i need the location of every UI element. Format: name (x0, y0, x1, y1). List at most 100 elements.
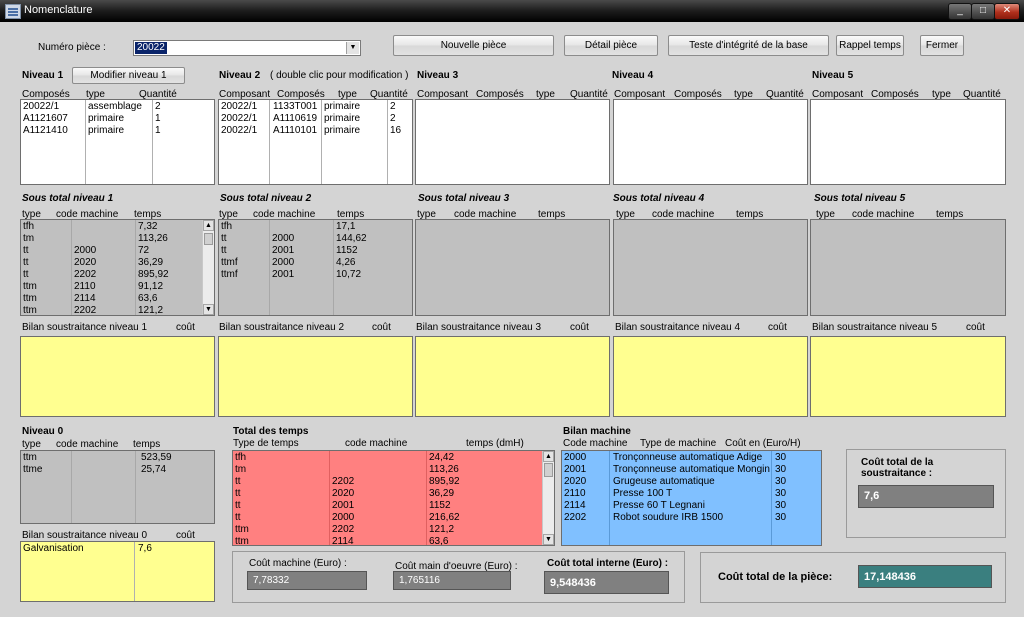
list-item[interactable]: 20022/1 A1110101 primaire 16 (219, 125, 412, 137)
sous-total-1-title: Sous total niveau 1 (22, 193, 114, 204)
list-item[interactable]: tt 2001 1152 (219, 245, 412, 257)
fermer-button[interactable]: Fermer (920, 35, 964, 56)
main-oeuvre-cost-value: 1,765116 (393, 571, 511, 590)
arrow-down-icon[interactable]: ▼ (543, 534, 554, 545)
title-bar[interactable]: Nomenclature _ □ ✕ (0, 0, 1024, 22)
list-item[interactable]: 2202 Robot soudure IRB 1500 30 (562, 512, 821, 524)
list-item[interactable]: 2020 Grugeuse automatique 30 (562, 476, 821, 488)
close-button[interactable]: ✕ (994, 3, 1020, 20)
maximize-button[interactable]: □ (971, 3, 995, 20)
list-item[interactable]: ttm 2114 63,6 (21, 293, 214, 305)
list-item[interactable]: A1121410 primaire 1 (21, 125, 214, 137)
soustraitance-cost-label-2: soustraitance : (861, 468, 933, 479)
niveau-5-title: Niveau 5 (812, 70, 854, 81)
niveau-3-title: Niveau 3 (417, 70, 459, 81)
bilan-machine-header-code: Code machine (563, 438, 628, 449)
arrow-up-icon[interactable]: ▲ (543, 451, 554, 462)
sous-total-5-list[interactable] (810, 219, 1006, 316)
bilan-machine-list[interactable]: 2000 Tronçonneuse automatique Adige 30 200… (561, 450, 822, 546)
sous-total-1-scrollbar[interactable]: ▲ ▼ (202, 220, 214, 315)
list-item[interactable]: ttm 2110 91,12 (21, 281, 214, 293)
list-item[interactable]: 2114 Presse 60 T Legnani 30 (562, 500, 821, 512)
chevron-down-icon[interactable]: ▼ (346, 42, 359, 54)
bilan-1-cost-header: coût (176, 322, 195, 333)
list-item[interactable]: Galvanisation 7,6 (21, 543, 214, 555)
bilan-5-list[interactable] (810, 336, 1006, 417)
sous-total-3-list[interactable] (415, 219, 610, 316)
total-temps-header-type: Type de temps (233, 438, 299, 449)
total-temps-scrollbar[interactable]: ▲ ▼ (542, 451, 554, 545)
piece-cost-value: 17,148436 (858, 565, 992, 588)
bilan-machine-header-cost: Coût en (Euro/H) (725, 438, 801, 449)
minimize-button[interactable]: _ (948, 3, 972, 20)
rappel-temps-button[interactable]: Rappel temps (836, 35, 904, 56)
list-item[interactable]: 20022/1 A1110619 primaire 2 (219, 113, 412, 125)
list-item[interactable]: ttm 2202 121,2 (21, 305, 214, 315)
machine-cost-label: Coût machine (Euro) : (249, 558, 347, 569)
list-item[interactable]: 2001 Tronçonneuse automatique Mongin 30 (562, 464, 821, 476)
list-item[interactable]: A1121607 primaire 1 (21, 113, 214, 125)
niveau-4-list[interactable] (613, 99, 808, 185)
scroll-thumb[interactable] (544, 463, 553, 477)
list-item[interactable]: ttm 2202 121,2 (233, 524, 554, 536)
bilan-1-list[interactable] (20, 336, 215, 417)
list-item[interactable]: tt 2000 144,62 (219, 233, 412, 245)
arrow-up-icon[interactable]: ▲ (203, 220, 214, 231)
total-temps-header-code: code machine (345, 438, 408, 449)
sous-total-5-title: Sous total niveau 5 (814, 193, 906, 204)
list-item[interactable]: tt 2000 72 (21, 245, 214, 257)
modifier-niveau-1-button[interactable]: Modifier niveau 1 (72, 67, 185, 84)
list-item[interactable]: 2110 Presse 100 T 30 (562, 488, 821, 500)
niveau-0-header-temps: temps (133, 439, 161, 450)
list-item[interactable]: tt 2020 36,29 (233, 488, 554, 500)
soustraitance-cost-panel: Coût total de la soustraitance : 7,6 (846, 449, 1006, 538)
list-item[interactable]: tm 113,26 (233, 464, 554, 476)
sous-total-2-list[interactable]: tfh 17,1 tt 2000 144,62 tt 2001 1152 ttmf 2000… (218, 219, 413, 316)
bilan-0-cost-header: coût (176, 530, 195, 541)
list-item[interactable]: tt 2020 36,29 (21, 257, 214, 269)
niveau-5-list[interactable] (810, 99, 1006, 185)
machine-cost-value: 7,78332 (247, 571, 367, 590)
niveau-3-list[interactable] (415, 99, 610, 185)
list-item[interactable]: ttmf 2000 4,26 (219, 257, 412, 269)
list-item[interactable]: 20022/1 assemblage 2 (21, 101, 214, 113)
list-item[interactable]: 20022/1 1133T001 primaire 2 (219, 101, 412, 113)
sous-total-1-list[interactable]: tfh 7,32 tm 113,26 tt 2000 72 tt 2020 36,29 tt… (20, 219, 215, 316)
list-item[interactable]: tfh 24,42 (233, 452, 554, 464)
niveau-1-list[interactable]: 20022/1 assemblage 2 A1121607 primaire 1 A11… (20, 99, 215, 185)
list-item[interactable]: ttm 523,59 (21, 452, 214, 464)
list-item[interactable]: ttm 2114 63,6 (233, 536, 554, 545)
list-item[interactable]: tm 113,26 (21, 233, 214, 245)
bilan-0-title: Bilan soustraitance niveau 0 (22, 530, 148, 541)
list-item[interactable]: tfh 17,1 (219, 221, 412, 233)
integrity-test-button[interactable]: Teste d'intégrité de la base (668, 35, 829, 56)
niveau-2-list[interactable]: 20022/1 1133T001 primaire 2 20022/1 A1110619… (218, 99, 413, 185)
total-temps-list[interactable]: tfh 24,42 tm 113,26 tt 2202 895,92 tt 2020 36,… (232, 450, 555, 546)
internal-cost-panel: Coût machine (Euro) : 7,78332 Coût main … (232, 551, 685, 603)
bilan-3-list[interactable] (415, 336, 610, 417)
nouvelle-piece-button[interactable]: Nouvelle pièce (393, 35, 554, 56)
list-item[interactable]: 2000 Tronçonneuse automatique Adige 30 (562, 452, 821, 464)
form-icon (5, 4, 21, 19)
list-item[interactable]: tt 2202 895,92 (233, 476, 554, 488)
bilan-1-title: Bilan soustraitance niveau 1 (22, 322, 148, 333)
detail-piece-button[interactable]: Détail pièce (564, 35, 658, 56)
sous-total-4-title: Sous total niveau 4 (613, 193, 705, 204)
niveau-0-title: Niveau 0 (22, 426, 64, 437)
niveau-2-title: Niveau 2 (219, 70, 261, 81)
sous-total-4-list[interactable] (613, 219, 808, 316)
list-item[interactable]: ttme 25,74 (21, 464, 214, 476)
piece-number-combo[interactable]: 20022 ▼ (133, 40, 361, 56)
arrow-down-icon[interactable]: ▼ (203, 304, 214, 315)
niveau-0-list[interactable]: ttm 523,59 ttme 25,74 (20, 450, 215, 524)
list-item[interactable]: ttmf 2001 10,72 (219, 269, 412, 281)
bilan-0-list[interactable]: Galvanisation 7,6 (20, 541, 215, 602)
scroll-thumb[interactable] (204, 233, 213, 245)
list-item[interactable]: tt 2000 216,62 (233, 512, 554, 524)
list-item[interactable]: tfh 7,32 (21, 221, 214, 233)
bilan-4-list[interactable] (613, 336, 808, 417)
piece-cost-label: Coût total de la pièce: (718, 571, 833, 583)
bilan-2-list[interactable] (218, 336, 413, 417)
list-item[interactable]: tt 2202 895,92 (21, 269, 214, 281)
list-item[interactable]: tt 2001 1152 (233, 500, 554, 512)
